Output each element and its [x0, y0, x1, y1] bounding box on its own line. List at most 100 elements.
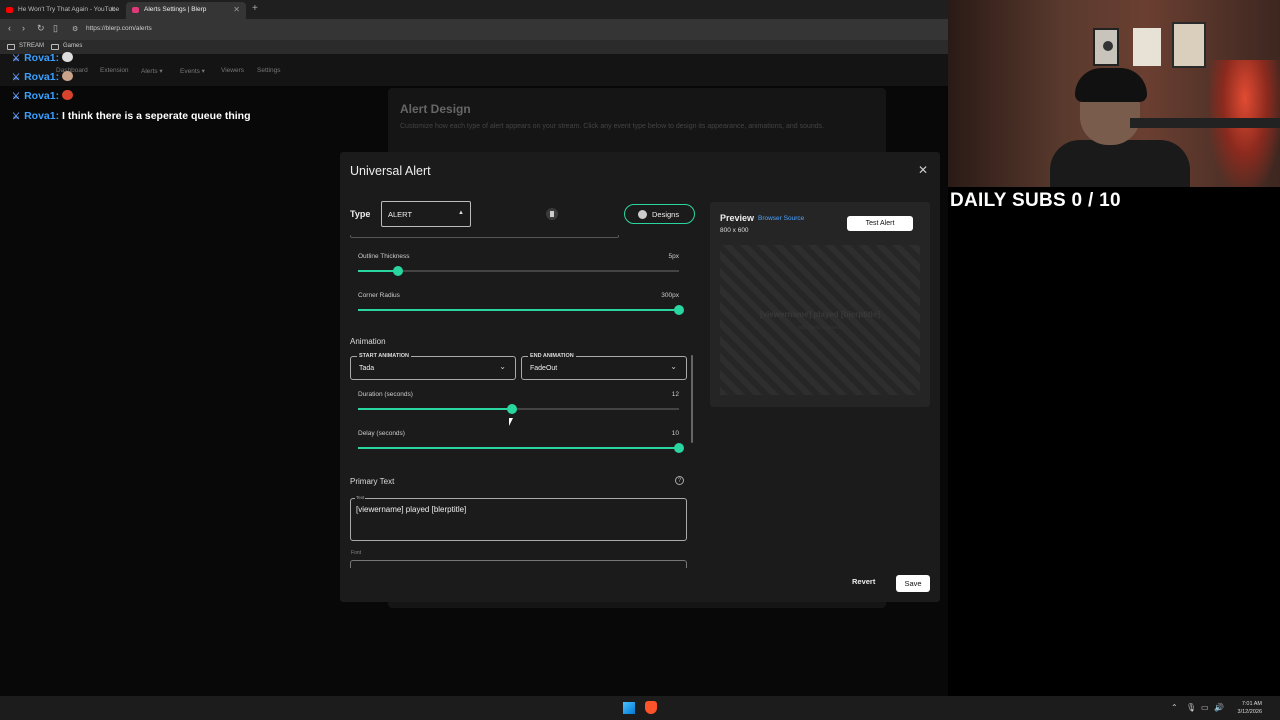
nav-events[interactable]: Events ▾	[180, 67, 205, 75]
help-icon[interactable]: ?	[675, 476, 684, 485]
chat-message: ⚔ Rova1: I think there is a seperate queu…	[12, 110, 250, 122]
emote-icon	[62, 52, 74, 62]
nav-extension[interactable]: Extension	[100, 67, 129, 74]
windows-start-icon[interactable]	[623, 702, 635, 714]
bookmarks-bar: STREAM Games	[0, 40, 948, 54]
clock-date: 3/12/2026	[1237, 709, 1262, 715]
sword-icon: ⚔	[12, 53, 21, 63]
chat-message: ⚔ Rova1:	[12, 71, 74, 83]
microphone-icon[interactable]: 🎙	[1186, 703, 1196, 712]
chat-username: Rova1:	[24, 52, 60, 64]
emote-icon	[62, 71, 74, 81]
slider-thumb[interactable]	[674, 443, 684, 453]
trash-icon[interactable]	[546, 208, 558, 220]
text-field-value: [viewername] played [blerptitle]	[356, 505, 467, 514]
taskbar	[0, 696, 1280, 720]
emote-icon	[62, 90, 74, 100]
delay-label: Delay (seconds)	[358, 430, 405, 437]
type-value: ALERT	[388, 210, 413, 219]
slider-thumb[interactable]	[674, 305, 684, 315]
nav-alerts[interactable]: Alerts ▾	[141, 67, 163, 75]
back-icon[interactable]: ‹	[8, 23, 11, 33]
tab-close-icon[interactable]: ✕	[233, 2, 240, 18]
site-settings-icon[interactable]: ⚙	[72, 25, 78, 33]
end-animation-value: FadeOut	[530, 365, 558, 372]
folder-icon	[51, 44, 59, 50]
tab-alerts-settings[interactable]: Alerts Settings | Blerp ✕	[126, 2, 246, 19]
bookmark-folder-stream[interactable]: STREAM	[7, 43, 44, 50]
tab-label: He Won't Try That Again - YouTube	[18, 6, 120, 13]
nav-viewers[interactable]: Viewers	[221, 67, 244, 74]
clock-time: 7:01 AM	[1241, 701, 1262, 707]
delay-slider[interactable]	[358, 443, 684, 453]
forward-icon[interactable]: ›	[22, 23, 25, 33]
caret-up-icon: ▲	[458, 210, 464, 216]
site-nav: Dashboard Extension Alerts ▾ Events ▾ Vi…	[0, 54, 948, 86]
reload-icon[interactable]: ↻	[37, 23, 45, 34]
font-select[interactable]	[350, 560, 687, 568]
animation-section-label: Animation	[350, 337, 386, 346]
tab-label: Alerts Settings | Blerp	[144, 6, 207, 13]
corner-radius-slider[interactable]	[358, 305, 684, 315]
bookmark-label: Games	[63, 43, 83, 49]
font-label: Font	[351, 550, 362, 556]
chat-username: Rova1:	[24, 90, 60, 102]
tab-youtube[interactable]: He Won't Try That Again - YouTube ✕	[0, 2, 122, 19]
delay-value: 10	[671, 430, 679, 437]
outline-thickness-value: 5px	[668, 253, 679, 260]
designs-button[interactable]: Designs	[624, 204, 695, 224]
start-animation-select[interactable]: START ANIMATION Tada ⌄	[350, 353, 516, 380]
duration-value: 12	[671, 391, 679, 398]
scrollbar[interactable]	[691, 355, 693, 443]
browser-source-link[interactable]: Browser Source	[758, 215, 804, 222]
network-icon[interactable]: ▭	[1201, 703, 1209, 712]
alert-design-description: Customize how each type of alert appears…	[400, 123, 825, 130]
outline-thickness-slider[interactable]	[358, 266, 679, 276]
sword-icon: ⚔	[12, 91, 21, 101]
sword-icon: ⚔	[12, 111, 21, 121]
nav-settings[interactable]: Settings	[257, 67, 281, 74]
slider-fill	[358, 309, 679, 311]
type-select[interactable]: ALERT ▲	[381, 201, 471, 227]
sword-icon: ⚔	[12, 72, 21, 82]
palette-icon	[638, 210, 647, 219]
test-alert-button[interactable]: Test Alert	[847, 216, 913, 231]
url-field[interactable]: https://blerp.com/alerts	[86, 25, 152, 32]
new-tab-button[interactable]: +	[252, 3, 258, 14]
text-field-label: Text	[355, 495, 366, 500]
outline-thickness-label: Outline Thickness	[358, 253, 410, 260]
brave-browser-icon[interactable]	[645, 701, 657, 714]
start-animation-value: Tada	[359, 365, 375, 372]
chat-message: ⚔ Rova1:	[12, 52, 74, 64]
slider-fill	[358, 270, 399, 272]
streamer-hair	[1075, 68, 1147, 102]
designs-label: Designs	[652, 210, 680, 219]
modal-title: Universal Alert	[350, 164, 431, 178]
taskbar-clock[interactable]: 7:01 AM 3/12/2026	[1228, 700, 1262, 716]
bookmark-folder-games[interactable]: Games	[51, 43, 83, 50]
daily-subs-counter: DAILY SUBS 0 / 10	[950, 190, 1121, 211]
primary-text-field[interactable]: Text [viewername] played [blerptitle]	[350, 495, 687, 541]
volume-icon[interactable]: 🔊	[1214, 703, 1224, 712]
bookmark-icon[interactable]: ▯	[53, 23, 58, 34]
wall-art	[1093, 28, 1119, 66]
revert-button[interactable]: Revert	[852, 577, 875, 586]
preview-title: Preview	[720, 213, 755, 223]
slider-fill	[358, 408, 513, 410]
tab-close-icon[interactable]: ✕	[109, 2, 116, 18]
mouse-cursor-icon	[509, 418, 513, 426]
chevron-down-icon: ⌄	[499, 362, 506, 371]
save-button[interactable]: Save	[896, 575, 930, 592]
close-icon[interactable]: ✕	[918, 163, 928, 177]
primary-text-label: Primary Text	[350, 477, 395, 486]
wall-art	[1133, 28, 1161, 66]
corner-radius-value: 300px	[661, 292, 679, 299]
preview-size: 800 x 600	[720, 227, 749, 234]
preview-main-text: [viewername] played [blerptitle]	[759, 310, 881, 319]
preview-canvas	[720, 245, 920, 395]
start-animation-label: START ANIMATION	[357, 353, 412, 359]
end-animation-select[interactable]: END ANIMATION FadeOut ⌄	[521, 353, 687, 380]
duration-slider[interactable]	[358, 404, 679, 414]
chat-username: Rova1:	[24, 110, 60, 122]
chevron-up-icon[interactable]: ⌃	[1171, 703, 1178, 712]
